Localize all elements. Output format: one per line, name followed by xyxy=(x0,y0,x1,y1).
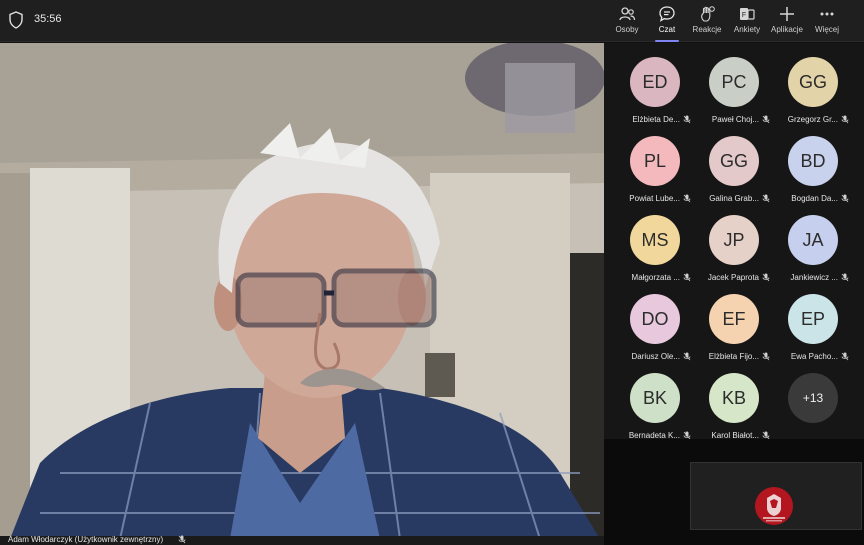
participant-tile[interactable]: JP Jacek Paprota xyxy=(695,210,773,288)
meeting-toolbar: 35:56 Osoby Czat Reakcje F Ankiety Aplik… xyxy=(0,0,864,42)
reactions-icon xyxy=(701,6,715,22)
mic-muted-icon xyxy=(178,535,186,544)
avatar: GG xyxy=(709,136,759,186)
participant-name: Ewa Pacho... xyxy=(790,352,838,361)
participant-tile[interactable]: DO Dariusz Ole... xyxy=(616,289,694,367)
mic-muted-icon xyxy=(683,273,691,282)
participant-name: Jankiewicz ... xyxy=(790,273,838,282)
participant-name: Jacek Paprota xyxy=(707,273,759,282)
avatar: KB xyxy=(709,373,759,423)
mic-muted-icon xyxy=(683,352,691,361)
chat-label: Czat xyxy=(658,25,676,34)
participant-name: Galina Grab... xyxy=(709,194,759,203)
meeting-timer: 35:56 xyxy=(34,13,62,25)
participant-tile[interactable]: KB Karol Białot... xyxy=(695,368,773,446)
people-button[interactable]: Osoby xyxy=(609,3,645,39)
mic-muted-icon xyxy=(841,352,849,361)
shield-icon xyxy=(9,11,23,29)
participant-tile[interactable]: BD Bogdan Da... xyxy=(774,131,852,209)
participant-tile[interactable]: MS Małgorzata ... xyxy=(616,210,694,288)
participant-tile[interactable]: EF Elżbieta Fijo... xyxy=(695,289,773,367)
participant-name: Powiat Lube... xyxy=(629,194,680,203)
participant-tile[interactable]: EP Ewa Pacho... xyxy=(774,289,852,367)
chat-button[interactable]: Czat xyxy=(649,3,685,42)
mic-muted-icon xyxy=(683,115,691,124)
avatar: ED xyxy=(630,57,680,107)
mic-muted-icon xyxy=(762,194,770,203)
avatar: PL xyxy=(630,136,680,186)
meeting-window: 35:56 Osoby Czat Reakcje F Ankiety Aplik… xyxy=(0,0,864,545)
speaker-video-image xyxy=(0,43,604,539)
apps-button[interactable]: Aplikacje xyxy=(769,3,805,39)
reactions-button[interactable]: Reakcje xyxy=(689,3,725,39)
participant-name: Elżbieta Fijo... xyxy=(708,352,759,361)
ellipsis-icon xyxy=(820,12,834,16)
more-label: Więcej xyxy=(814,25,839,34)
mic-muted-icon xyxy=(762,352,770,361)
participant-name: Elżbieta De... xyxy=(632,115,680,124)
avatar: EF xyxy=(709,294,759,344)
participant-name: Grzegorz Gr... xyxy=(787,115,838,124)
people-label: Osoby xyxy=(615,25,639,34)
polls-label: Ankiety xyxy=(733,25,761,34)
more-button[interactable]: Więcej xyxy=(809,3,845,39)
svg-text:F: F xyxy=(742,12,746,19)
avatar: JA xyxy=(788,215,838,265)
plus-icon xyxy=(780,7,794,21)
more-participants-button[interactable]: +13 xyxy=(788,373,838,423)
polls-button[interactable]: F Ankiety xyxy=(729,3,765,39)
avatar: BK xyxy=(630,373,680,423)
participant-tile[interactable]: ED Elżbieta De... xyxy=(616,52,694,130)
polls-icon: F xyxy=(740,8,755,20)
participant-tile[interactable]: PC Paweł Choj... xyxy=(695,52,773,130)
people-icon xyxy=(619,7,636,21)
avatar: BD xyxy=(788,136,838,186)
mic-muted-icon xyxy=(841,115,849,124)
participant-name: Paweł Choj... xyxy=(711,115,759,124)
participant-name: Dariusz Ole... xyxy=(631,352,680,361)
avatar: MS xyxy=(630,215,680,265)
participant-tile[interactable]: GG Galina Grab... xyxy=(695,131,773,209)
chat-icon xyxy=(659,6,675,22)
participant-tile[interactable]: BK Bernadeta K... xyxy=(616,368,694,446)
avatar: EP xyxy=(788,294,838,344)
mic-muted-icon xyxy=(841,273,849,282)
avatar: GG xyxy=(788,57,838,107)
mic-muted-icon xyxy=(762,273,770,282)
participant-name: Bogdan Da... xyxy=(791,194,838,203)
avatar: PC xyxy=(709,57,759,107)
mic-muted-icon xyxy=(841,194,849,203)
speaker-name: Adam Włodarczyk (Użytkownik zewnętrzny) xyxy=(8,535,164,544)
participant-tile[interactable]: JA Jankiewicz ... xyxy=(774,210,852,288)
reactions-label: Reakcje xyxy=(692,25,722,34)
participant-tile[interactable]: GG Grzegorz Gr... xyxy=(774,52,852,130)
main-video-feed xyxy=(0,43,604,539)
apps-label: Aplikacje xyxy=(770,25,803,34)
mic-muted-icon xyxy=(683,194,691,203)
avatar: JP xyxy=(709,215,759,265)
mic-muted-icon xyxy=(762,115,770,124)
avatar: DO xyxy=(630,294,680,344)
participant-tile[interactable]: PL Powiat Lube... xyxy=(616,131,694,209)
participant-name: Małgorzata ... xyxy=(631,273,680,282)
organization-logo xyxy=(755,487,793,525)
